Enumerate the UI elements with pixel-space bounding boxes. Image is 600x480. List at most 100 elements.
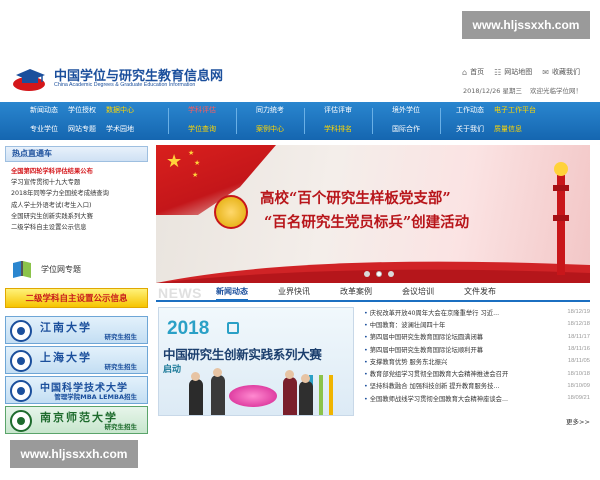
home-icon: ⌂ [462, 67, 468, 77]
tab-news[interactable]: 新闻动态 [216, 286, 248, 301]
graduation-cap-logo-icon[interactable] [12, 66, 48, 92]
nav-discipline-evaluation[interactable]: 学科评估 [188, 105, 216, 119]
bookmark-icon: ✉ [542, 67, 549, 77]
hot-topics-title: 热点直通车 [5, 146, 148, 162]
date-line: 2018/12/26 星期三 欢迎光临学位网！ [463, 85, 582, 95]
person-figure [189, 379, 203, 415]
university-ad-shanghai[interactable]: 上海大学 研究生招生 [5, 346, 148, 374]
site-header: 中国学位与研究生教育信息网 China Academic Degrees & G… [0, 50, 600, 102]
person-head [191, 372, 200, 381]
carousel-dots [364, 271, 394, 277]
hot-topic-item[interactable]: 全国研究生创新实践系列大赛 [11, 211, 148, 222]
university-seal-icon [10, 350, 32, 372]
university-ad-ustc[interactable]: 中国科学技术大学 管理学院MBA LEMBA招生 [5, 376, 148, 404]
hero-carousel[interactable]: ★ ★ ★ ★ 高校“百个研究生样板党支部” “百名研究生党员标兵”创建活动 [156, 145, 590, 283]
hero-swoosh [156, 261, 590, 283]
carousel-dot[interactable] [388, 271, 394, 277]
university-ad-nanjing-normal[interactable]: 南京师范大学 研究生招生 [5, 406, 148, 434]
sidebar: 热点直通车 全国第四轮学科评估结果公布 学习宣传贯彻十九大专题 2018年同等学… [5, 146, 148, 434]
competition-logo-icon [227, 322, 239, 334]
news-list: 庆祝改革开放40周年大会在京隆重举行 习近...18/12/19 中国教育：波澜… [364, 306, 590, 404]
watermark-bottom: www.hljssxxh.com [10, 440, 138, 468]
nav-group-5: 境外学位 国际合作 [392, 105, 420, 138]
nav-international[interactable]: 国际合作 [392, 124, 420, 138]
nav-overseas-degree[interactable]: 境外学位 [392, 105, 420, 119]
nav-group-4: 评估评审 学科排名 [324, 105, 352, 138]
person-figure [283, 377, 297, 415]
person-head [301, 374, 310, 383]
nav-unified-exam[interactable]: 同力统考 [256, 105, 284, 119]
hot-topics-list: 全国第四轮学科评估结果公布 学习宣传贯彻十九大专题 2018年同等学力全国统考成… [5, 162, 148, 233]
university-ad-subtitle: 研究生招生 [104, 423, 138, 431]
person-figure [299, 381, 313, 415]
ceremony-ball [229, 385, 277, 407]
hot-topic-item[interactable]: 学习宣传贯彻十九大专题 [11, 177, 148, 188]
nav-e-platform[interactable]: 电子工作平台 [494, 105, 536, 119]
university-ad-subtitle: 研究生招生 [104, 363, 138, 371]
tower-icon [553, 162, 569, 275]
nav-about[interactable]: 关于我们 [456, 124, 484, 138]
hot-topic-item[interactable]: 2018年同等学力全国统考成绩查询 [11, 188, 148, 199]
top-links: ⌂ 首页 ☷ 网站地图 ✉ 收藏我们 [462, 67, 580, 77]
list-item[interactable]: 教育部党组学习贯彻全国教育大会精神推进会召开18/10/18 [364, 367, 590, 379]
tab-documents[interactable]: 文件发布 [464, 286, 496, 297]
list-item[interactable]: 第四届中国研究生教育国际论坛顺利开幕18/11/16 [364, 343, 590, 355]
hero-headline-2: “百名研究生党员标兵”创建活动 [264, 214, 470, 231]
current-date: 2018/12/26 星期三 [462, 87, 522, 95]
tab-reform-cases[interactable]: 改革案例 [340, 286, 372, 297]
university-ad-subtitle: 管理学院MBA LEMBA招生 [54, 393, 137, 401]
tab-meetings[interactable]: 会议培训 [402, 286, 434, 297]
university-ad-jiangnan[interactable]: 江南大学 研究生招生 [5, 316, 148, 344]
nav-news[interactable]: 新闻动态 [30, 105, 58, 119]
nav-academic[interactable]: 学术园地 [106, 124, 134, 138]
list-item[interactable]: 中国教育：波澜壮阔四十年18/12/18 [364, 318, 590, 330]
nav-group-3: 同力统考 案例中心 [256, 105, 284, 138]
list-item[interactable]: 支撑教育优势 服务东北振兴18/11/05 [364, 355, 590, 367]
university-ad-subtitle: 研究生招生 [104, 333, 138, 341]
nav-data-center[interactable]: 数据中心 [106, 105, 134, 119]
person-head [213, 368, 222, 377]
nav-group-2: 学科评估 学位查询 [188, 105, 216, 138]
news-label: NEWS [158, 285, 202, 301]
sitemap-link[interactable]: ☷ 网站地图 [494, 67, 532, 77]
list-item[interactable]: 第四届中国研究生教育国际论坛圆满闭幕18/11/17 [364, 331, 590, 343]
welcome-text: 欢迎光临学位网！ [530, 87, 582, 95]
bookmark-link[interactable]: ✉ 收藏我们 [542, 67, 580, 77]
photo-launch-text: 启动 [163, 365, 182, 375]
tab-industry[interactable]: 业界快讯 [278, 286, 310, 297]
main-nav: 新闻动态 学位授权 数据中心 专业学位 网站专题 学术园地 学科评估 学位查询 … [0, 102, 600, 140]
discipline-setting-banner[interactable]: 二级学科自主设置公示信息 [5, 288, 148, 308]
nav-degree-query[interactable]: 学位查询 [188, 124, 216, 138]
nav-divider [304, 108, 305, 134]
hot-topic-item[interactable]: 成人学士外语考试(考生入口) [11, 200, 148, 211]
nav-discipline-ranking[interactable]: 学科排名 [324, 124, 352, 138]
list-item[interactable]: 坚持科教融合 加强科技创新 提升教育服务技...18/10/09 [364, 380, 590, 392]
nav-degree-authorization[interactable]: 学位授权 [68, 105, 96, 119]
stripe-decoration [319, 375, 323, 415]
photo-year: 2018 [167, 318, 210, 339]
home-link[interactable]: ⌂ 首页 [462, 67, 484, 77]
star-icon: ★ [192, 171, 199, 179]
book-icon [13, 261, 31, 278]
special-topics[interactable]: 学位网专题 [5, 254, 148, 284]
hot-topic-item[interactable]: 二级学科自主设置公示信息 [11, 222, 148, 233]
hot-topic-item[interactable]: 全国第四轮学科评估结果公布 [11, 166, 148, 177]
nav-assessment[interactable]: 评估评审 [324, 105, 352, 119]
list-item[interactable]: 全国教师战线学习贯彻全国教育大会精神座谈会...18/09/21 [364, 392, 590, 404]
photo-title: 中国研究生创新实践系列大赛 [163, 347, 322, 362]
list-item[interactable]: 庆祝改革开放40周年大会在京隆重举行 习近...18/12/19 [364, 306, 590, 318]
nav-topics[interactable]: 网站专题 [68, 124, 96, 138]
news-photo[interactable]: 2018 中国研究生创新实践系列大赛 启动 [158, 307, 354, 416]
more-link[interactable]: 更多>> [566, 416, 590, 426]
carousel-dot[interactable] [364, 271, 370, 277]
carousel-dot[interactable] [376, 271, 382, 277]
party-emblem-icon [214, 195, 248, 229]
nav-divider [168, 108, 169, 134]
special-topics-label: 学位网专题 [41, 264, 81, 274]
nav-case-center[interactable]: 案例中心 [256, 124, 284, 138]
nav-professional-degree[interactable]: 专业学位 [30, 124, 58, 138]
sitemap-icon: ☷ [494, 67, 502, 77]
university-name: 上海大学 [40, 351, 92, 364]
nav-work-news[interactable]: 工作动态 [456, 105, 484, 119]
nav-quality-info[interactable]: 质量信息 [494, 124, 536, 138]
